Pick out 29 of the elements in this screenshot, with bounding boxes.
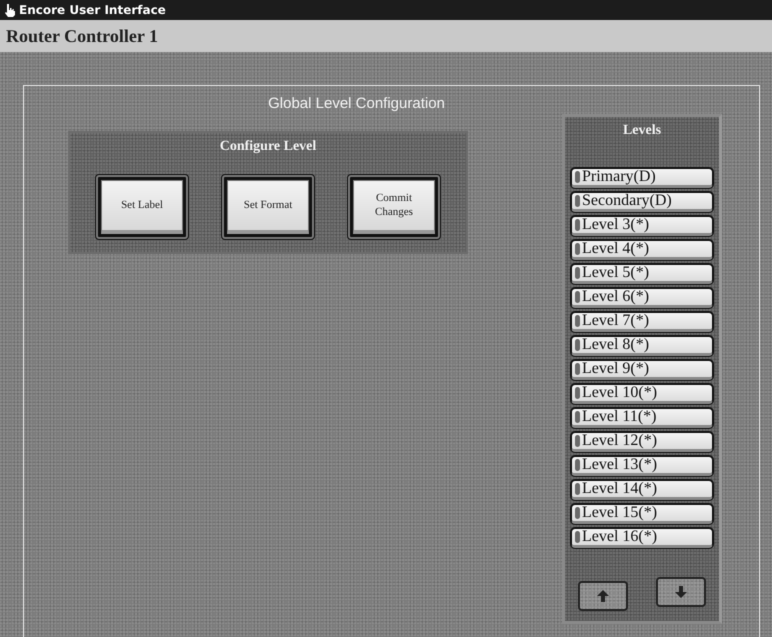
action-button[interactable]: Set Format <box>227 180 309 234</box>
level-list-item[interactable]: Secondary(D) <box>571 192 713 212</box>
scroll-up-button[interactable] <box>578 581 628 611</box>
level-list-item[interactable]: Level 6(*) <box>571 288 713 308</box>
up-arrow-icon <box>596 589 610 603</box>
level-list-item[interactable]: Level 13(*) <box>571 456 713 476</box>
level-list-item[interactable]: Primary(D) <box>571 168 713 188</box>
level-list-item[interactable]: Level 7(*) <box>571 312 713 332</box>
scroll-down-button[interactable] <box>656 577 706 607</box>
level-list-item[interactable]: Level 4(*) <box>571 240 713 260</box>
level-list-item[interactable]: Level 8(*) <box>571 336 713 356</box>
frame-title: Global Level Configuration <box>268 95 445 112</box>
level-list-item[interactable]: Level 11(*) <box>571 408 713 428</box>
action-button[interactable]: Set Label <box>101 180 183 234</box>
level-list-item[interactable]: Level 3(*) <box>571 216 713 236</box>
level-list-item[interactable]: Level 12(*) <box>571 432 713 452</box>
level-list-item[interactable]: Level 16(*) <box>571 528 713 548</box>
header-title: Router Controller 1 <box>6 26 158 46</box>
panel-title: Configure Level <box>220 139 316 155</box>
level-list-item[interactable]: Level 10(*) <box>571 384 713 404</box>
level-list-item[interactable]: Level 5(*) <box>571 264 713 284</box>
hand-pointer-icon <box>4 4 15 16</box>
level-list-item[interactable]: Level 14(*) <box>571 480 713 500</box>
action-button[interactable]: Commit Changes <box>353 180 435 234</box>
window-title: Encore User Interface <box>19 3 166 17</box>
level-list-item[interactable]: Level 15(*) <box>571 504 713 524</box>
level-list-item[interactable]: Level 9(*) <box>571 360 713 380</box>
down-arrow-icon <box>674 585 688 599</box>
panel-title: Levels <box>622 123 662 139</box>
